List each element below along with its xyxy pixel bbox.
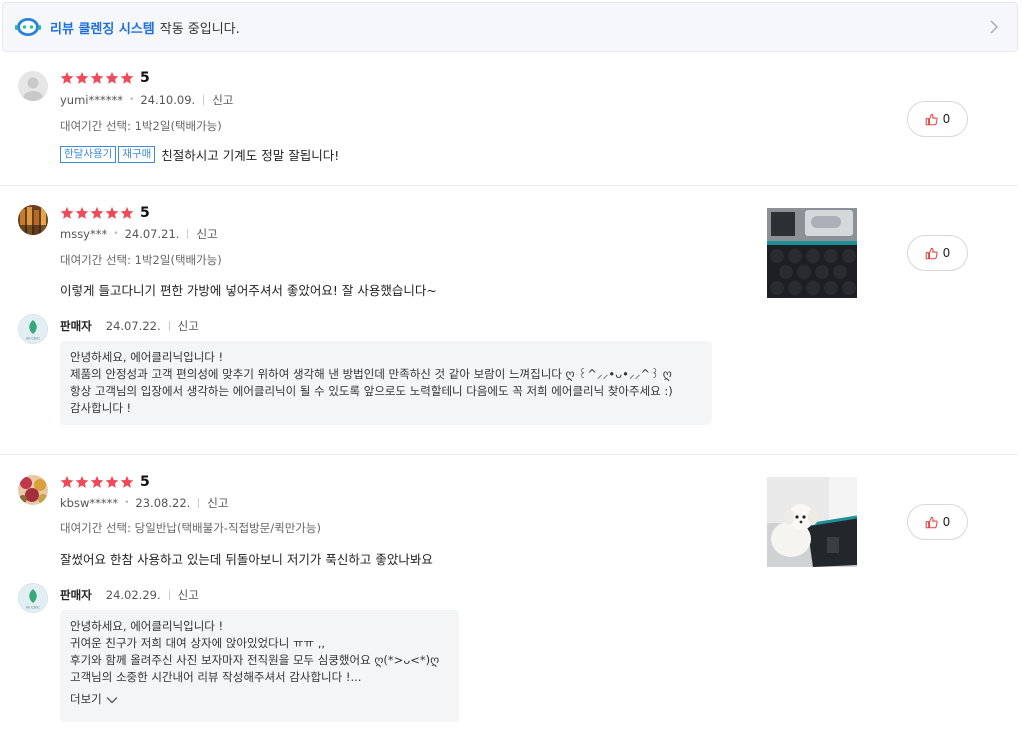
tag-month-usage: 한달사용기 — [60, 146, 117, 163]
review-meta: kbsw***** • 23.08.22. 신고 — [60, 495, 228, 511]
banner-text: 작동 중입니다. — [159, 21, 240, 37]
report-link[interactable]: 신고 — [178, 587, 199, 603]
seller-reply: 안녕하세요, 에어클리닉입니다 ! 귀여운 친구가 저희 대여 상자에 앉아있었… — [60, 610, 459, 722]
rating-score: 5 — [140, 474, 150, 490]
like-count: 0 — [942, 515, 951, 529]
star-icon — [75, 71, 89, 84]
star-icon — [120, 475, 134, 488]
reply-date: 24.07.22. — [105, 319, 161, 333]
dot-divider: • — [113, 229, 119, 239]
banner-title: 리뷰 클렌징 시스템 — [50, 21, 155, 37]
reply-line: 고객님의 소중한 시간내어 리뷰 작성해주셔서 감사합니다 !... — [70, 670, 362, 684]
report-link[interactable]: 신고 — [196, 226, 217, 242]
show-more-label: 더보기 — [70, 692, 102, 706]
seller-reply-meta: 판매자 24.02.29. 신고 — [60, 587, 199, 603]
seller-reply: 안녕하세요, 에어클리닉입니다 ! 제품의 안정성과 고객 편의성에 맞추기 위… — [60, 341, 712, 425]
reply-line: 제품의 안정성과 고객 편의성에 맞추기 위하여 생각해 낸 방법인데 만족하신… — [70, 367, 672, 381]
review-photo[interactable] — [767, 477, 857, 567]
svg-text:Air Clinic: Air Clinic — [26, 606, 40, 610]
reviewer-id: mssy*** — [60, 227, 108, 241]
review-date: 24.07.21. — [124, 227, 180, 241]
star-icon — [105, 206, 119, 219]
report-link[interactable]: 신고 — [212, 92, 233, 108]
reviewer-id: yumi****** — [60, 93, 123, 107]
like-button[interactable]: 0 — [907, 101, 968, 137]
review-text-row: 잘썼어요 한참 사용하고 있는데 뒤돌아보니 저기가 푹신하고 좋았나봐요 — [60, 549, 433, 568]
robot-icon — [15, 18, 41, 36]
review-text-row: 한달사용기 재구매 친절하시고 기계도 정말 잘됩니다! — [60, 145, 339, 164]
avatar — [18, 475, 48, 505]
tag-repurchase: 재구매 — [118, 146, 156, 163]
review-text: 이렇게 들고다니기 편한 가방에 넣어주셔서 좋았어요! 잘 사용했습니다~ — [60, 283, 437, 298]
review-text: 친절하시고 기계도 정말 잘됩니다! — [161, 148, 340, 163]
dot-divider: • — [129, 95, 135, 105]
rental-option: 대여기간 선택: 1박2일(택배가능) — [60, 253, 222, 267]
rating-score: 5 — [140, 70, 150, 86]
reply-line: 감사합니다 ! — [70, 401, 132, 415]
reply-line: 안녕하세요, 에어클리닉입니다 ! — [70, 619, 224, 633]
star-icon — [60, 71, 74, 84]
star-icon — [90, 206, 104, 219]
review-meta: yumi****** • 24.10.09. 신고 — [60, 92, 233, 108]
reply-date: 24.02.29. — [105, 588, 161, 602]
star-icon — [60, 206, 74, 219]
like-count: 0 — [942, 246, 951, 260]
like-button[interactable]: 0 — [907, 235, 968, 271]
like-count: 0 — [942, 112, 951, 126]
star-icon — [105, 71, 119, 84]
star-rating: 5 — [60, 70, 150, 86]
review-meta: mssy*** • 24.07.21. 신고 — [60, 226, 218, 242]
star-icon — [105, 475, 119, 488]
review-text-row: 이렇게 들고다니기 편한 가방에 넣어주셔서 좋았어요! 잘 사용했습니다~ — [60, 280, 437, 299]
divider — [168, 590, 170, 600]
star-icon — [120, 206, 134, 219]
review-date: 24.10.09. — [140, 93, 196, 107]
seller-avatar: Air Clinic — [18, 583, 48, 613]
star-icon — [75, 475, 89, 488]
star-icon — [120, 71, 134, 84]
star-rating: 5 — [60, 474, 150, 490]
reply-line: 항상 고객님의 입장에서 생각하는 에어클리닉이 될 수 있도록 앞으로도 노력… — [70, 384, 673, 398]
avatar — [18, 71, 48, 101]
star-icon — [60, 475, 74, 488]
star-icon — [75, 206, 89, 219]
thumbs-up-icon — [925, 113, 938, 125]
seller-label: 판매자 — [60, 319, 92, 333]
reply-line: 안녕하세요, 에어클리닉입니다 ! — [70, 350, 224, 364]
review-item: 5 kbsw***** • 23.08.22. 신고 대여기간 선택: 당일반납… — [0, 455, 1018, 747]
divider — [203, 95, 205, 105]
svg-text:Air Clinic: Air Clinic — [26, 337, 40, 341]
like-button[interactable]: 0 — [907, 504, 968, 540]
star-icon — [90, 475, 104, 488]
reply-line: 귀여운 친구가 저희 대여 상자에 앉아있었다니 ㅠㅠ ,, — [70, 636, 326, 650]
dot-divider: • — [124, 498, 130, 508]
review-text: 잘썼어요 한참 사용하고 있는데 뒤돌아보니 저기가 푹신하고 좋았나봐요 — [60, 552, 433, 567]
review-date: 23.08.22. — [135, 496, 191, 510]
reviewer-id: kbsw***** — [60, 496, 119, 510]
rental-option: 대여기간 선택: 1박2일(택배가능) — [60, 119, 222, 133]
chevron-right-icon[interactable] — [987, 18, 1001, 36]
thumbs-up-icon — [925, 247, 938, 259]
divider — [187, 229, 189, 239]
divider — [168, 321, 170, 331]
review-cleansing-banner[interactable]: 리뷰 클렌징 시스템 작동 중입니다. — [2, 2, 1018, 52]
show-more-button[interactable]: 더보기 — [70, 691, 449, 708]
report-link[interactable]: 신고 — [207, 495, 228, 511]
review-item: 5 mssy*** • 24.07.21. 신고 대여기간 선택: 1박2일(택… — [0, 186, 1018, 455]
chevron-down-icon — [106, 696, 118, 703]
seller-reply-meta: 판매자 24.07.22. 신고 — [60, 318, 199, 334]
thumbs-up-icon — [925, 516, 938, 528]
report-link[interactable]: 신고 — [178, 318, 199, 334]
seller-label: 판매자 — [60, 588, 92, 602]
rental-option: 대여기간 선택: 당일반납(택배불가-직접방문/퀵만가능) — [60, 521, 321, 535]
star-rating: 5 — [60, 205, 150, 221]
rating-score: 5 — [140, 205, 150, 221]
review-photo[interactable] — [767, 208, 857, 298]
divider — [198, 498, 200, 508]
review-item: 5 yumi****** • 24.10.09. 신고 대여기간 선택: 1박2… — [0, 52, 1018, 186]
avatar — [18, 205, 48, 235]
seller-avatar: Air Clinic — [18, 314, 48, 344]
reply-line: 후기와 함께 올려주신 사진 보자마자 전직원을 모두 심쿵했어요 ღ(*>ᴗ<… — [70, 653, 440, 667]
star-icon — [90, 71, 104, 84]
